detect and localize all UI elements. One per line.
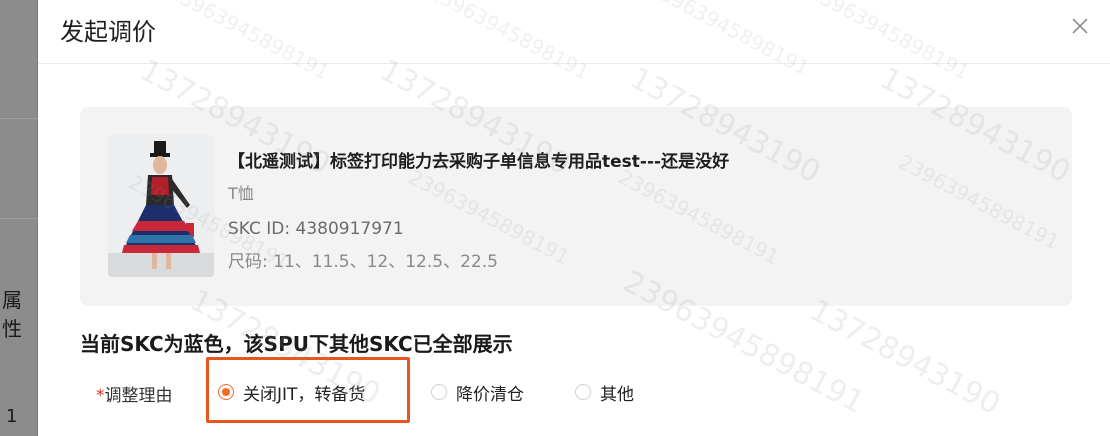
product-photo: [108, 135, 214, 277]
backdrop-label: 属性: [2, 288, 22, 341]
product-skc-id: SKC ID: 4380917971: [228, 219, 404, 239]
product-card: 【北遥测试】标签打印能力去采购子单信息专用品test---还是没好 T恤 SKC…: [80, 107, 1072, 306]
backdrop-page: 属性 1: [0, 0, 38, 436]
radio-label: 关闭JIT，转备货: [243, 384, 366, 405]
radio-selected-icon[interactable]: [218, 384, 234, 400]
product-sizes: 尺码: 11、11.5、12、12.5、22.5: [228, 252, 498, 272]
product-image: [108, 135, 214, 277]
backdrop-divider: [0, 218, 38, 219]
radio-unselected-icon[interactable]: [431, 384, 447, 400]
modal-title: 发起调价: [60, 18, 156, 46]
product-category: T恤: [228, 184, 254, 203]
radio-unselected-icon[interactable]: [575, 384, 591, 400]
backdrop-number: 1: [6, 406, 18, 427]
reason-label-text: 调整理由: [104, 386, 173, 406]
required-mark: *: [96, 386, 105, 406]
radio-option-close-jit[interactable]: 关闭JIT，转备货: [218, 379, 365, 405]
reason-label: *调整理由: [96, 381, 173, 406]
radio-label: 其他: [600, 384, 634, 405]
backdrop-divider: [0, 118, 38, 119]
modal-header: 发起调价: [38, 0, 1110, 64]
radio-label: 降价清仓: [456, 384, 524, 405]
radio-option-other[interactable]: 其他: [575, 379, 634, 405]
radio-option-clearance[interactable]: 降价清仓: [431, 379, 524, 405]
close-button[interactable]: [1068, 14, 1092, 38]
product-title: 【北遥测试】标签打印能力去采购子单信息专用品test---还是没好: [228, 152, 730, 172]
close-icon: [1072, 18, 1088, 34]
price-adjust-modal: 发起调价 【北遥测试】标签打印能力去采购子单信息专用品test---还是没好 T…: [38, 0, 1110, 436]
skc-note: 当前SKC为蓝色，该SPU下其他SKC已全部展示: [80, 332, 513, 356]
